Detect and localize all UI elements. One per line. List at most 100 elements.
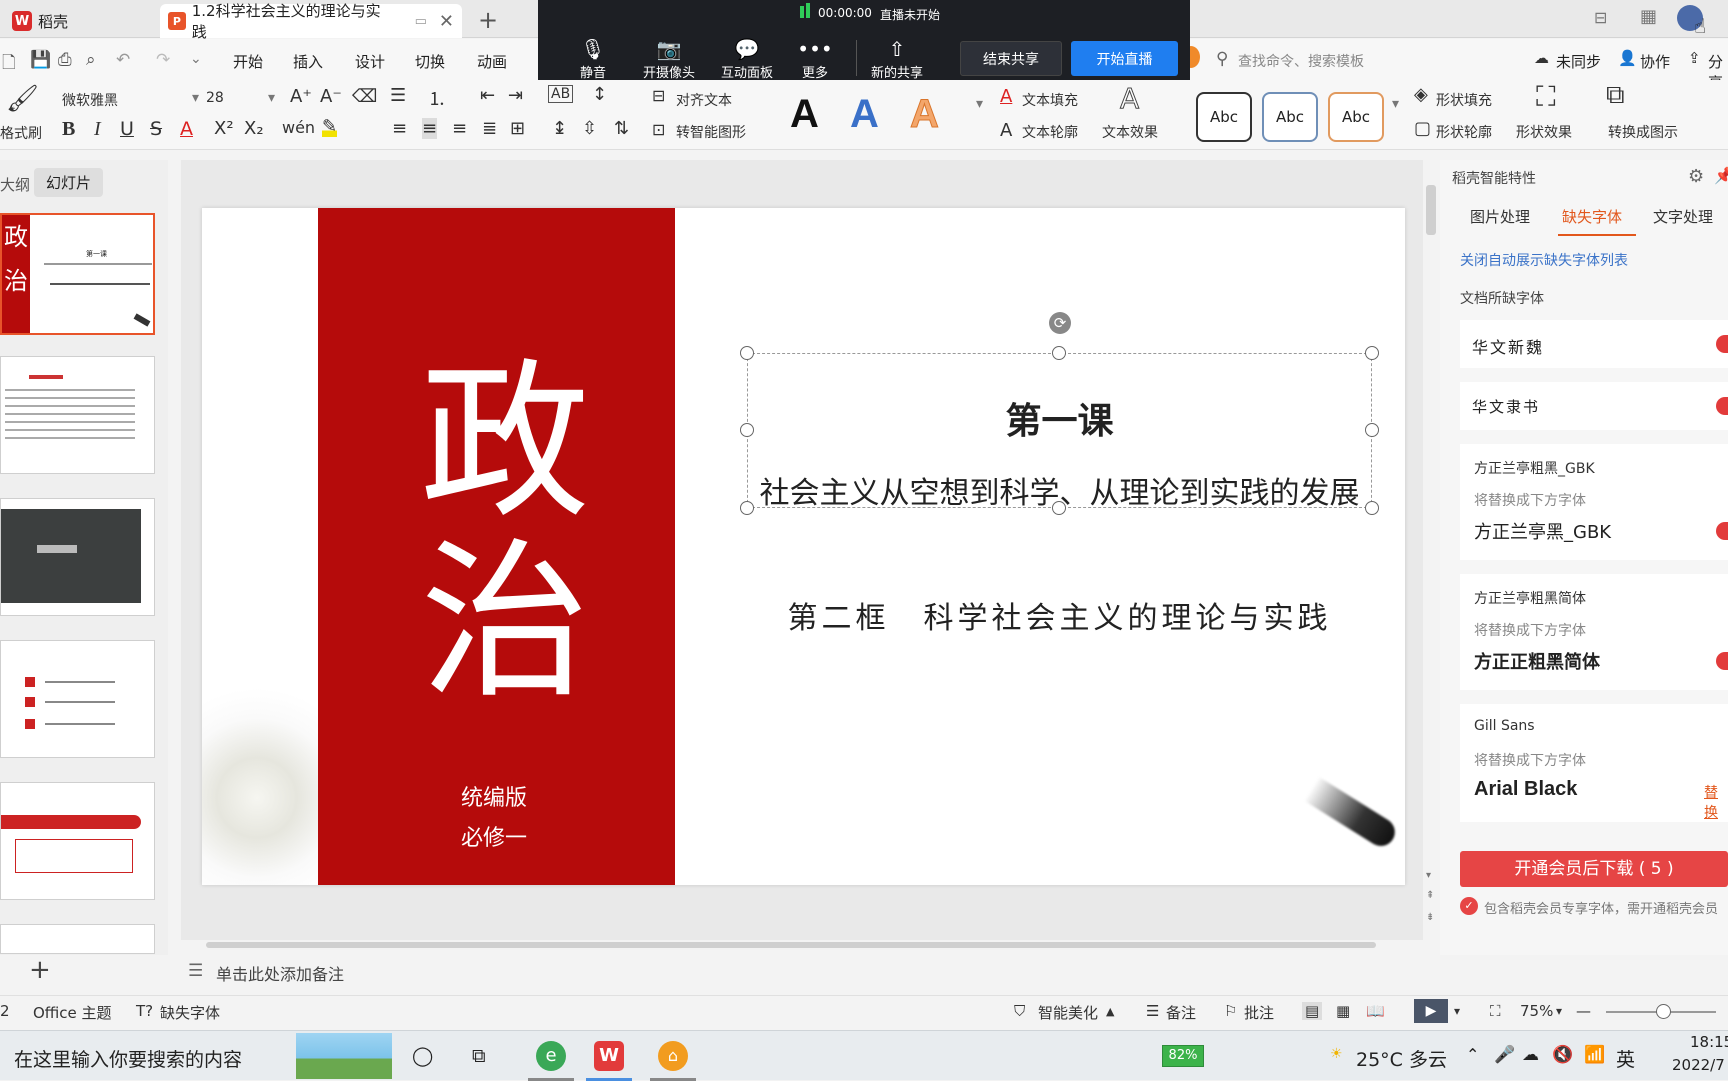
- menu-transition[interactable]: 切换: [415, 51, 445, 72]
- browser-icon[interactable]: e: [536, 1041, 566, 1071]
- pin-icon[interactable]: 📌: [1714, 166, 1728, 185]
- missing-font-card[interactable]: 华文新魏: [1460, 320, 1728, 368]
- weather-label[interactable]: 25°C 多云: [1356, 1045, 1447, 1072]
- microphone-tray-icon[interactable]: 🎤: [1494, 1045, 1515, 1065]
- preview-icon[interactable]: ⌕: [86, 50, 96, 70]
- quick-access-chevron-icon[interactable]: ⌄: [190, 51, 202, 67]
- align-left-icon[interactable]: ≡: [392, 118, 407, 139]
- smart-shape-label[interactable]: 转智能图形: [676, 122, 746, 142]
- shape-effect-label[interactable]: 形状效果: [1516, 122, 1572, 142]
- bold-icon[interactable]: B: [62, 118, 75, 141]
- outdent-icon[interactable]: ⇤: [480, 85, 495, 106]
- new-tab-icon[interactable]: +: [478, 6, 498, 34]
- beautify-chevron-icon[interactable]: ▲: [1106, 1005, 1114, 1018]
- scroll-thumb[interactable]: [206, 942, 1376, 948]
- apps-grid-icon[interactable]: ▦: [1640, 6, 1657, 27]
- slide-thumbnail-5[interactable]: [0, 782, 155, 900]
- text-direction-icon[interactable]: AB: [548, 85, 574, 103]
- resize-handle[interactable]: [740, 346, 754, 360]
- notes-placeholder[interactable]: 单击此处添加备注: [216, 961, 344, 985]
- shape-style-2[interactable]: Abc: [1262, 92, 1318, 142]
- convert-diagram-label[interactable]: 转换成图示: [1608, 122, 1678, 142]
- download-fonts-button[interactable]: 开通会员后下载 ( 5 ): [1460, 851, 1728, 887]
- missing-font-card[interactable]: 方正兰亭粗黑简体 将替换成下方字体 方正正粗黑简体: [1460, 574, 1728, 690]
- zoom-out-icon[interactable]: —: [1576, 1002, 1591, 1020]
- reading-view-icon[interactable]: 📖: [1366, 1002, 1385, 1020]
- smart-shape-icon[interactable]: ⊡: [652, 120, 665, 139]
- show-hidden-icons-icon[interactable]: ⌃: [1466, 1045, 1479, 1064]
- missing-font-card[interactable]: Gill Sans 将替换成下方字体 Arial Black 替换: [1460, 704, 1728, 822]
- cortana-icon[interactable]: ◯: [412, 1045, 433, 1067]
- interaction-panel-button[interactable]: 💬 互动面板: [712, 36, 782, 81]
- share-icon[interactable]: ⇪: [1688, 49, 1701, 67]
- missing-font-card[interactable]: 华文隶书: [1460, 382, 1728, 430]
- format-painter-label[interactable]: 格式刷: [0, 123, 42, 143]
- sorter-view-icon[interactable]: ▦: [1336, 1002, 1350, 1020]
- layout-icon[interactable]: ⊟: [1594, 8, 1607, 27]
- text-outline-label[interactable]: 文本轮廓: [1022, 122, 1078, 142]
- slide-thumbnail-4[interactable]: [0, 640, 155, 758]
- bullet-list-icon[interactable]: ☰: [390, 85, 406, 106]
- zoom-slider-thumb[interactable]: [1656, 1004, 1671, 1019]
- decrease-font-icon[interactable]: A⁻: [320, 86, 342, 107]
- shape-outline-icon[interactable]: ▢: [1414, 118, 1431, 139]
- taskbar-search-input[interactable]: 在这里输入你要搜索的内容: [14, 1045, 242, 1072]
- shape-style-1[interactable]: Abc: [1196, 92, 1252, 142]
- line-spacing-icon[interactable]: ↕: [592, 84, 607, 105]
- scroll-down-icon[interactable]: ▾: [1426, 870, 1431, 881]
- clock-date[interactable]: 2022/7: [1672, 1056, 1725, 1074]
- shape-fill-icon[interactable]: ◈: [1414, 84, 1428, 105]
- tab-missing-fonts[interactable]: 缺失字体: [1562, 206, 1622, 227]
- save-icon[interactable]: 💾: [30, 50, 51, 70]
- text-effect-icon[interactable]: A: [1119, 82, 1139, 116]
- missing-font-icon[interactable]: T?: [136, 1002, 153, 1020]
- volume-muted-icon[interactable]: 🔇: [1552, 1045, 1573, 1065]
- menu-animation[interactable]: 动画: [477, 51, 507, 72]
- text-effect-label[interactable]: 文本效果: [1102, 122, 1158, 142]
- vertical-scrollbar[interactable]: [1426, 185, 1436, 235]
- tab-image-processing[interactable]: 图片处理: [1470, 206, 1530, 227]
- justify-icon[interactable]: ≣: [482, 118, 497, 139]
- cloud-unsynced-icon[interactable]: ☁: [1534, 49, 1549, 67]
- text-style-orange-icon[interactable]: A: [910, 92, 940, 137]
- mute-button[interactable]: 🎙 静音: [558, 36, 628, 81]
- play-slideshow-icon[interactable]: ▶: [1414, 999, 1448, 1023]
- more-button[interactable]: ••• 更多: [780, 36, 850, 81]
- battery-indicator[interactable]: 82%: [1162, 1045, 1204, 1067]
- comments-icon[interactable]: ⚐: [1224, 1002, 1237, 1020]
- replace-link[interactable]: 替换: [1704, 782, 1728, 822]
- align-text-label[interactable]: 对齐文本: [676, 90, 732, 110]
- tab-docer[interactable]: W 稻壳: [4, 4, 76, 38]
- end-share-button[interactable]: 结束共享: [960, 41, 1062, 76]
- underline-icon[interactable]: U: [120, 118, 134, 140]
- zoom-chevron-icon[interactable]: ▾: [1556, 1004, 1562, 1018]
- phonetic-icon[interactable]: wén: [282, 118, 315, 137]
- menu-home[interactable]: 开始: [233, 51, 263, 72]
- collab-icon[interactable]: 👤: [1618, 49, 1637, 67]
- window-icon[interactable]: ▭: [415, 14, 427, 29]
- font-color-icon[interactable]: A: [180, 118, 193, 140]
- tab-outline[interactable]: 大纲: [0, 174, 30, 195]
- next-page-icon[interactable]: ⇟: [1426, 912, 1434, 923]
- tab-text-processing[interactable]: 文字处理: [1653, 206, 1713, 227]
- task-view-icon[interactable]: ⧉: [472, 1045, 486, 1067]
- network-tray-icon[interactable]: ☁: [1522, 1045, 1539, 1065]
- beautify-label[interactable]: 智能美化: [1038, 1002, 1098, 1023]
- horizontal-scrollbar[interactable]: [190, 940, 1420, 950]
- superscript-icon[interactable]: X²: [214, 118, 234, 139]
- clear-format-icon[interactable]: ⌫: [352, 86, 377, 107]
- indent-icon[interactable]: ⇥: [508, 85, 523, 106]
- add-slide-icon[interactable]: +: [29, 955, 51, 985]
- font-size-select[interactable]: 28: [206, 90, 224, 106]
- align-text-icon[interactable]: ⊟: [652, 86, 665, 105]
- slide-thumbnail-6[interactable]: [0, 924, 155, 954]
- italic-icon[interactable]: I: [94, 118, 101, 141]
- convert-diagram-icon[interactable]: ⧉: [1606, 80, 1625, 111]
- zoom-level[interactable]: 75%: [1520, 1002, 1553, 1020]
- align-right-icon[interactable]: ≡: [452, 118, 467, 139]
- resize-handle[interactable]: [1052, 346, 1066, 360]
- shape-outline-label[interactable]: 形状轮廓: [1436, 122, 1492, 142]
- resize-handle[interactable]: [1365, 346, 1379, 360]
- shape-fill-label[interactable]: 形状填充: [1436, 90, 1492, 110]
- missing-font-card[interactable]: 方正兰亭粗黑_GBK 将替换成下方字体 方正兰亭黑_GBK: [1460, 444, 1728, 560]
